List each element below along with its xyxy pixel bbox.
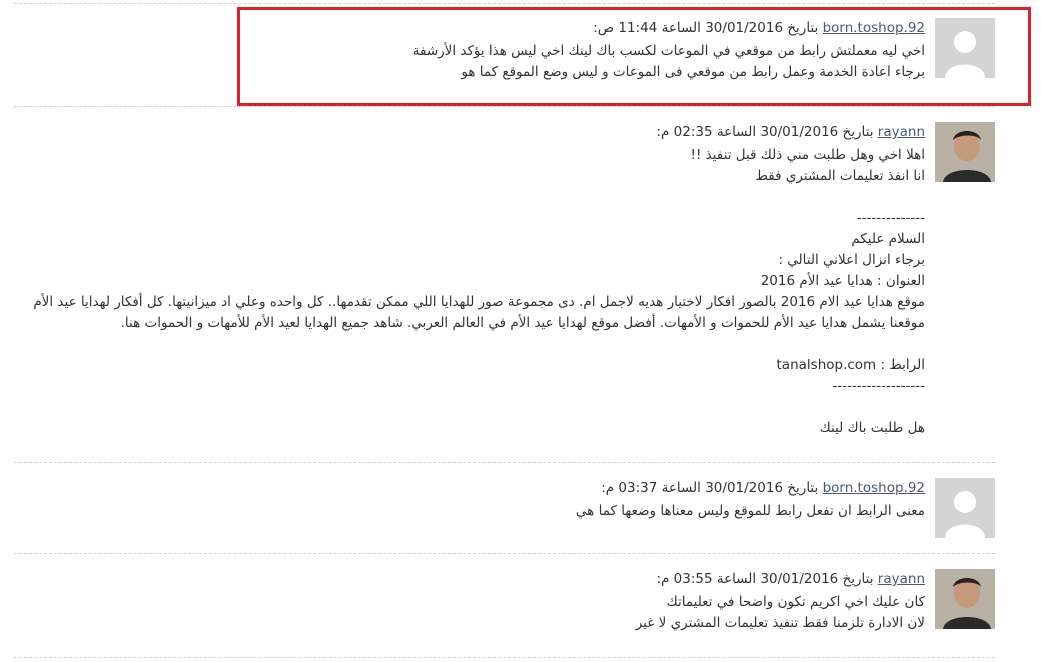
comment-text-line: العنوان : هدايا عيد الأم 2016	[760, 273, 925, 289]
comment-divider	[14, 106, 995, 107]
comment-text-line: اخي ليه معملتش رابط من موقعي في الموعات …	[412, 43, 925, 59]
default-avatar-icon	[935, 18, 995, 78]
comment-meta: rayann بتاريخ 30/01/2016 الساعة 03:55 م:	[25, 569, 925, 590]
comment-text-line: السلام عليكم	[851, 231, 925, 247]
comment-divider	[14, 3, 995, 4]
comment-divider	[14, 462, 995, 463]
comment-author-link[interactable]: born.toshop.92	[823, 480, 925, 496]
comment-meta: born.toshop.92 بتاريخ 30/01/2016 الساعة …	[25, 18, 925, 39]
comment-item: born.toshop.92 بتاريخ 30/01/2016 الساعة …	[14, 18, 995, 98]
user-avatar	[935, 569, 995, 629]
comment-text-line	[25, 187, 925, 208]
comment-author-link[interactable]: rayann	[878, 124, 925, 140]
comment-text-line: موقع هدايا عيد الام 2016 بالصور افكار لا…	[33, 294, 925, 310]
comment-author-link[interactable]: rayann	[878, 571, 925, 587]
comment-divider	[14, 657, 995, 658]
comments-thread: born.toshop.92 بتاريخ 30/01/2016 الساعة …	[0, 0, 1054, 662]
user-avatar	[935, 122, 995, 182]
comment-item: rayann بتاريخ 30/01/2016 الساعة 03:55 م:…	[14, 569, 995, 649]
comment-text-line: هل طلبت باك لينك	[819, 420, 925, 436]
comment-item: born.toshop.92 بتاريخ 30/01/2016 الساعة …	[14, 478, 995, 543]
comment-text-line	[25, 334, 925, 355]
comment-text-line: برجاء انزال اعلاني التالي :	[778, 252, 925, 268]
comment-date: بتاريخ 30/01/2016 الساعة 11:44 ص:	[593, 20, 819, 36]
comment-text-line: الرابط : tanalshop.com	[776, 357, 925, 373]
comment-date: بتاريخ 30/01/2016 الساعة 03:37 م:	[601, 480, 819, 496]
comment-text-line: برجاء اعادة الخدمة وعمل رابط من موقعي فى…	[461, 64, 925, 80]
comment-text-line: لان الادارة تلزمنا فقط تنفيذ تعليمات الم…	[635, 615, 925, 631]
comment-text-line: -------------------	[832, 378, 925, 394]
comment-text-line: معنى الرابط ان تفعل رابط للموقع وليس معن…	[575, 503, 925, 519]
comment-text-line: اهلا اخي وهل طلبت مني ذلك قبل تنفيذ !!	[690, 147, 925, 163]
comment-divider	[14, 553, 995, 554]
comment-date: بتاريخ 30/01/2016 الساعة 02:35 م:	[656, 124, 874, 140]
comment-meta: born.toshop.92 بتاريخ 30/01/2016 الساعة …	[25, 478, 925, 499]
comment-text-line: انا انفذ تعليمات المشتري فقط	[755, 168, 925, 184]
comment-text-line: --------------	[856, 210, 925, 226]
comment-text-line: كان عليك اخي اكريم تكون واضحا في تعليمات…	[666, 594, 925, 610]
comment-author-link[interactable]: born.toshop.92	[823, 20, 925, 36]
comment-date: بتاريخ 30/01/2016 الساعة 03:55 م:	[656, 571, 874, 587]
comment-item: rayann بتاريخ 30/01/2016 الساعة 02:35 م:…	[14, 122, 995, 452]
comment-text-line: موقعنا يشمل هدايا عيد الأم للحموات و الأ…	[120, 315, 925, 331]
comment-meta: rayann بتاريخ 30/01/2016 الساعة 02:35 م:	[25, 122, 925, 143]
default-avatar-icon	[935, 478, 995, 538]
comment-text-line	[25, 397, 925, 418]
